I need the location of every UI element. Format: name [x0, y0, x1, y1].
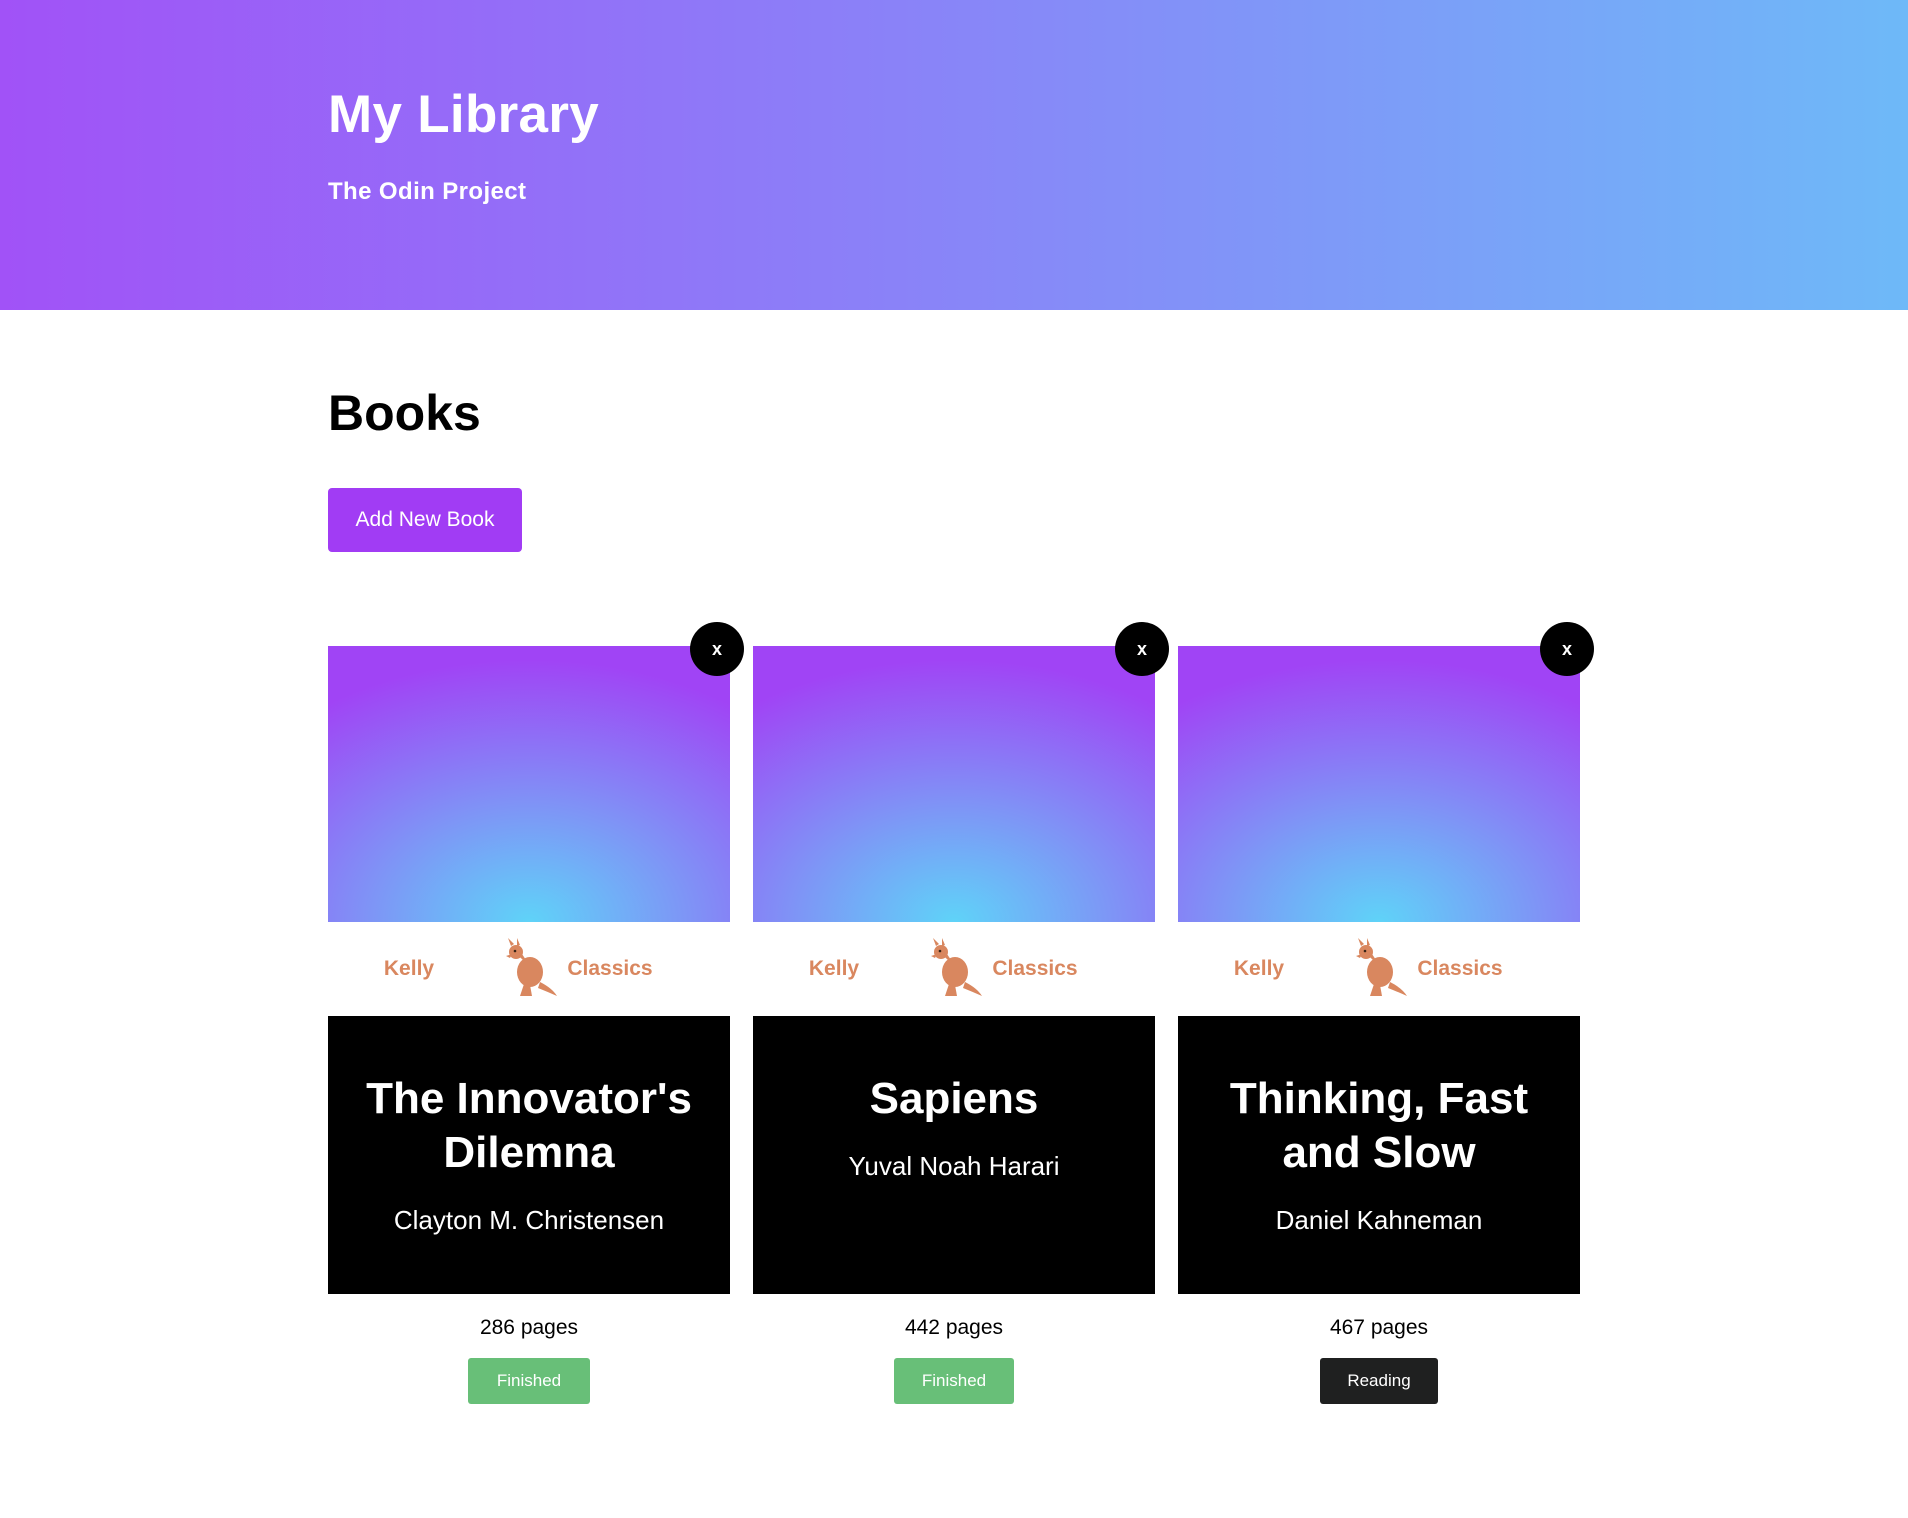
page-subtitle: The Odin Project [328, 178, 527, 205]
remove-book-button[interactable]: x [1540, 622, 1594, 676]
book-grid: x Kelly Classics The Innovator's Dilemna… [328, 622, 1594, 1406]
book-title: Sapiens [869, 1074, 1039, 1123]
book-owner-tag: Kelly [383, 957, 435, 980]
section-title: Books [328, 385, 481, 441]
book-info: Thinking, Fast and Slow Daniel Kahneman [1178, 1016, 1580, 1294]
book-pages: 286 pages [479, 1316, 579, 1339]
book-genre-tag: Classics [992, 957, 1078, 980]
book-cover [1178, 646, 1580, 922]
page-title: My Library [328, 85, 600, 144]
book-info: Sapiens Yuval Noah Harari [753, 1016, 1155, 1294]
book-pages: 442 pages [904, 1316, 1004, 1339]
book-title: Thinking, Fast and Slow [1229, 1074, 1529, 1177]
book-genre-tag: Classics [1417, 957, 1503, 980]
book-title: The Innovator's Dilemna [366, 1074, 692, 1177]
book-author: Clayton M. Christensen [393, 1205, 665, 1235]
page-header: My Library The Odin Project [0, 0, 1908, 310]
book-owner-tag: Kelly [1233, 957, 1285, 980]
status-toggle-button[interactable]: Reading [1320, 1358, 1438, 1404]
book-author: Daniel Kahneman [1275, 1205, 1483, 1235]
remove-book-button[interactable]: x [1115, 622, 1169, 676]
book-cover [328, 646, 730, 922]
status-toggle-button[interactable]: Finished [468, 1358, 590, 1404]
book-pages: 467 pages [1329, 1316, 1429, 1339]
book-cover [753, 646, 1155, 922]
book-meta: Kelly Classics [328, 922, 730, 1016]
book-genre-tag: Classics [567, 957, 653, 980]
remove-book-button[interactable]: x [690, 622, 744, 676]
book-owner-tag: Kelly [808, 957, 860, 980]
book-meta: Kelly Classics [753, 922, 1155, 1016]
status-toggle-button[interactable]: Finished [894, 1358, 1014, 1404]
add-new-book-button[interactable]: Add New Book [328, 488, 522, 552]
book-meta: Kelly Classics [1178, 922, 1580, 1016]
book-author: Yuval Noah Harari [848, 1151, 1060, 1181]
book-info: The Innovator's Dilemna Clayton M. Chris… [328, 1016, 730, 1294]
